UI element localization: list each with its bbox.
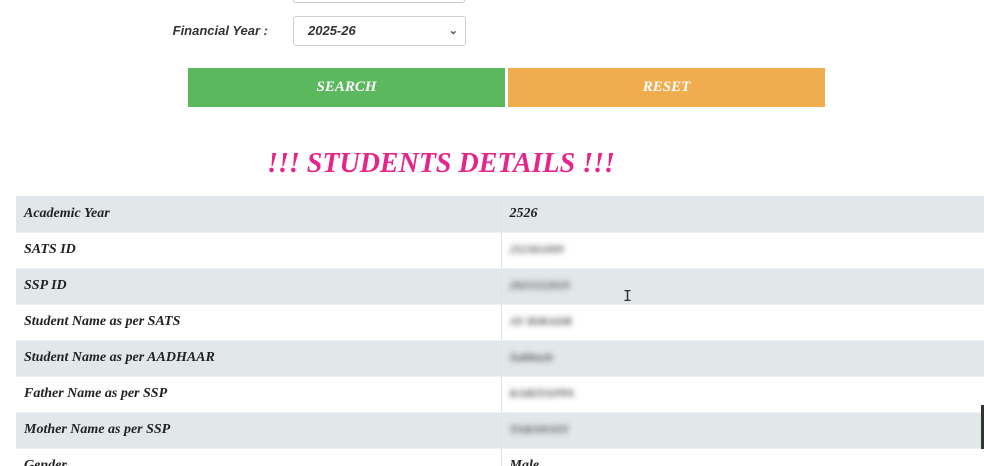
blurred-value: AY BIRADR <box>509 314 573 328</box>
search-button[interactable]: SEARCH <box>188 68 505 107</box>
detail-value: KARIYAPPA <box>501 376 984 413</box>
financial-year-value: 2025-26 <box>308 23 356 38</box>
detail-value: TARAWATI <box>501 412 984 449</box>
student-details-table: Academic Year 2526 SATS ID 252361099 SSP… <box>16 196 984 466</box>
table-row: Academic Year 2526 <box>16 196 984 233</box>
detail-value: 2025552019 <box>501 268 984 305</box>
detail-label: Student Name as per AADHAAR <box>16 340 502 377</box>
detail-label: Student Name as per SATS <box>16 304 502 341</box>
chevron-down-icon: ⌄ <box>448 25 458 37</box>
blurred-value: Subhash <box>509 350 553 364</box>
detail-label: Gender <box>16 448 502 466</box>
section-title: !!! STUDENTS DETAILS !!! <box>267 148 615 179</box>
financial-year-label: Financial Year : <box>172 23 268 38</box>
table-row: SSP ID 2025552019 <box>16 268 984 305</box>
student-details-page: Financial Year : 2025-26 ⌄ SEARCH RESET … <box>0 0 984 466</box>
previous-select-field[interactable] <box>293 0 465 3</box>
detail-value: 2526 <box>501 196 984 233</box>
detail-label: SSP ID <box>16 268 502 305</box>
table-row: Student Name as per AADHAAR Subhash <box>16 340 984 377</box>
blurred-value: KARIYAPPA <box>509 386 575 400</box>
detail-label: SATS ID <box>16 232 502 269</box>
table-row: Student Name as per SATS AY BIRADR <box>16 304 984 341</box>
blurred-value: TARAWATI <box>509 422 569 436</box>
detail-value: Subhash <box>501 340 984 377</box>
detail-value: 252361099 <box>501 232 984 269</box>
detail-label: Academic Year <box>16 196 502 233</box>
detail-label: Mother Name as per SSP <box>16 412 502 449</box>
detail-label: Father Name as per SSP <box>16 376 502 413</box>
blurred-value: 2025552019 <box>509 278 570 292</box>
text-cursor-icon: I <box>623 287 633 305</box>
table-row: Father Name as per SSP KARIYAPPA <box>16 376 984 413</box>
table-row: Gender Male <box>16 448 984 466</box>
blurred-value: 252361099 <box>509 242 564 256</box>
table-row: SATS ID 252361099 <box>16 232 984 269</box>
table-row: Mother Name as per SSP TARAWATI <box>16 412 984 449</box>
detail-value: AY BIRADR <box>501 304 984 341</box>
financial-year-select[interactable]: 2025-26 ⌄ <box>293 16 466 46</box>
detail-value: Male <box>501 448 984 466</box>
reset-button[interactable]: RESET <box>508 68 825 107</box>
